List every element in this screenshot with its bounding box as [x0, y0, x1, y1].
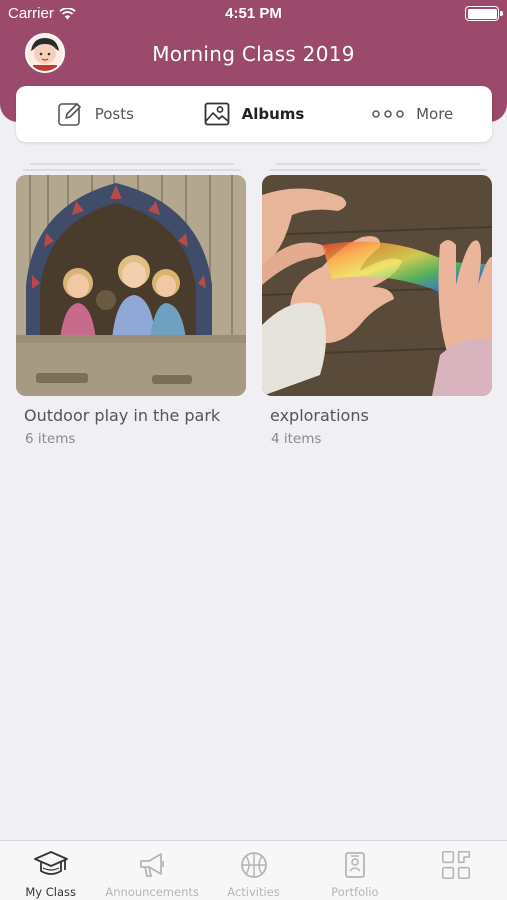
- tab-my-class[interactable]: My Class: [0, 841, 101, 900]
- album-stack-edge: [269, 169, 487, 171]
- page-title: Morning Class 2019: [152, 42, 355, 66]
- image-icon: [204, 102, 230, 126]
- album-card[interactable]: Outdoor play in the park 6 items: [16, 175, 246, 447]
- tab-portfolio-label: Portfolio: [331, 885, 379, 899]
- tab-albums-label: Albums: [241, 105, 305, 123]
- album-cover-image: [262, 175, 492, 396]
- album-stack-edge: [23, 169, 241, 171]
- battery-icon: [465, 6, 503, 21]
- tab-announcements-label: Announcements: [105, 885, 199, 899]
- ball-icon: [240, 852, 267, 878]
- tab-activities-label: Activities: [227, 885, 280, 899]
- bottom-tab-bar: My Class Announcements Activities Portfo…: [0, 840, 507, 900]
- album-stack-edge: [276, 163, 480, 165]
- tab-posts-label: Posts: [94, 105, 134, 123]
- tab-announcements[interactable]: Announcements: [101, 841, 202, 900]
- album-card[interactable]: explorations 4 items: [262, 175, 492, 447]
- tab-my-class-label: My Class: [25, 885, 77, 899]
- portfolio-icon: [345, 852, 365, 878]
- tab-portfolio[interactable]: Portfolio: [304, 841, 405, 900]
- album-item-count: 6 items: [25, 431, 76, 447]
- tab-albums[interactable]: Albums: [175, 101, 334, 127]
- megaphone-icon: [140, 853, 165, 877]
- tab-activities[interactable]: Activities: [203, 841, 304, 900]
- grid-icon: [442, 850, 471, 880]
- album-name: Outdoor play in the park: [24, 406, 221, 425]
- tab-apps[interactable]: [406, 841, 507, 900]
- section-tabs: Posts Albums More: [16, 86, 492, 142]
- tab-posts[interactable]: Posts: [16, 101, 175, 127]
- edit-icon: [57, 103, 81, 126]
- status-bar: Carrier 4:51 PM: [0, 4, 507, 24]
- album-name: explorations: [270, 406, 369, 425]
- clock: 4:51 PM: [225, 5, 282, 22]
- album-cover-image: [16, 175, 246, 396]
- album-item-count: 4 items: [271, 431, 322, 447]
- graduation-cap-icon: [33, 851, 68, 875]
- tab-more-label: More: [416, 105, 454, 123]
- dots-icon: [372, 110, 404, 118]
- tab-more[interactable]: More: [333, 105, 492, 123]
- album-stack-edge: [30, 163, 234, 165]
